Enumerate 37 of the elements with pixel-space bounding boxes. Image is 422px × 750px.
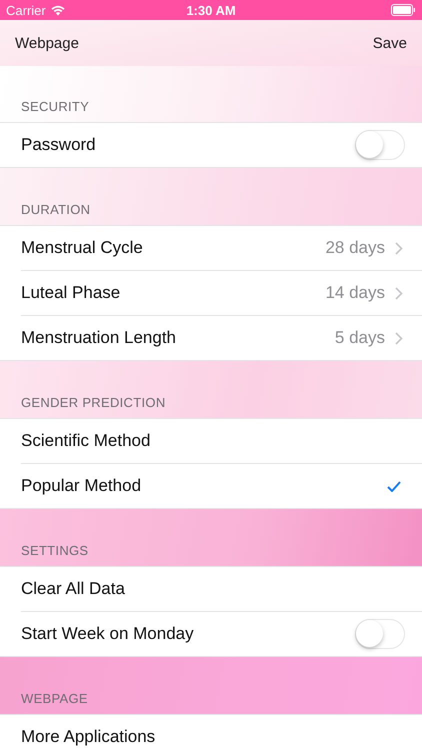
row-value: 14 days (325, 283, 385, 303)
row-value: 5 days (334, 328, 385, 348)
settings-row[interactable]: Scientific Method (0, 419, 422, 463)
toggle-switch[interactable] (355, 130, 405, 160)
section-header: SECURITY (21, 99, 90, 114)
row-value: 28 days (325, 238, 385, 258)
chevron-icon (395, 242, 403, 254)
section-header: GENDER PREDICTION (21, 395, 166, 410)
status-time: 1:30 AM (186, 2, 236, 18)
settings-row[interactable]: More Applications (0, 715, 422, 750)
settings-row[interactable]: Popular Method (0, 464, 422, 508)
settings-row[interactable]: Luteal Phase 14 days (0, 271, 422, 315)
row-label: Menstrual Cycle (21, 238, 144, 258)
row-label: Scientific Method (21, 431, 152, 451)
settings-row[interactable]: Menstrual Cycle 28 days (0, 226, 422, 270)
wifi-icon (50, 4, 65, 16)
settings-row[interactable]: Start Week on Monday (0, 612, 422, 656)
row-label: Popular Method (21, 476, 142, 496)
section-header: WEBPAGE (21, 691, 88, 706)
settings-row[interactable]: Clear All Data (0, 567, 422, 611)
chevron-icon (395, 332, 403, 344)
battery-icon (391, 4, 416, 16)
webpage-button[interactable]: Webpage (15, 34, 79, 52)
section-header: SETTINGS (21, 543, 88, 558)
row-label: Luteal Phase (21, 283, 122, 303)
settings-row[interactable]: Menstruation Length 5 days (0, 316, 422, 360)
row-label: Clear All Data (21, 579, 126, 599)
row-label: Password (21, 135, 97, 155)
row-label: Start Week on Monday (21, 624, 195, 644)
row-label: Menstruation Length (21, 328, 177, 348)
carrier-label: Carrier (6, 2, 46, 18)
row-label: More Applications (21, 727, 156, 747)
toggle-switch[interactable] (355, 619, 405, 649)
chevron-icon (395, 286, 403, 300)
save-button[interactable]: Save (372, 34, 407, 52)
settings-row[interactable]: Password (0, 123, 422, 167)
section-header: DURATION (21, 202, 90, 217)
